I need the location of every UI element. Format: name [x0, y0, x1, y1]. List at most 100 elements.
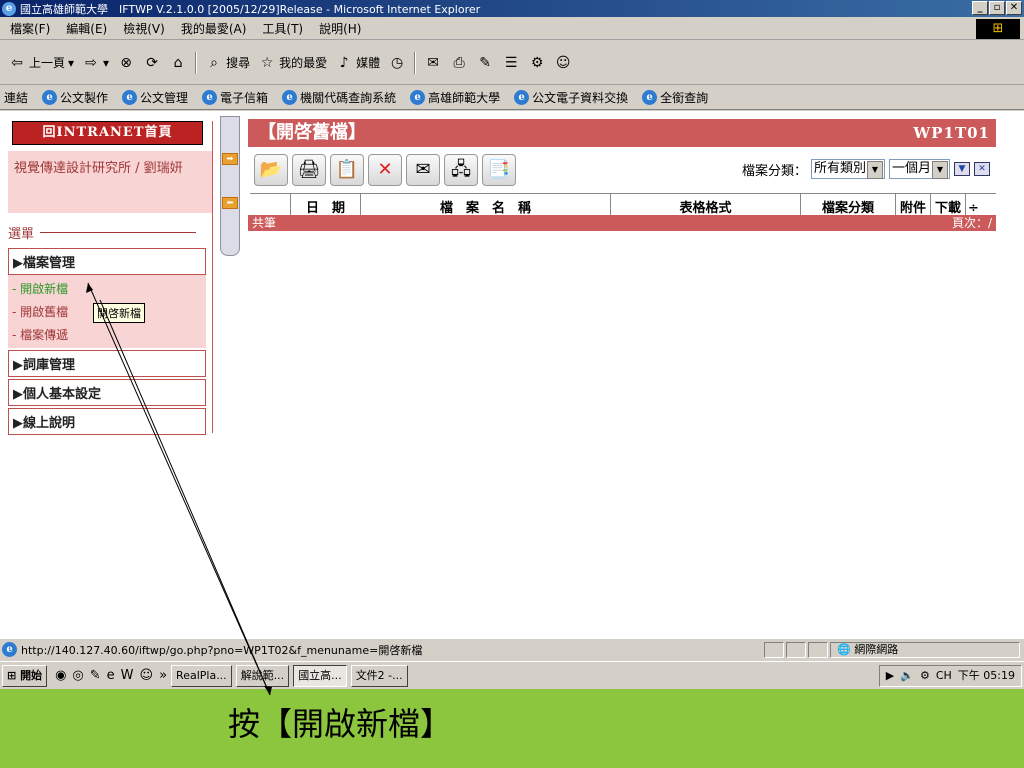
media-button[interactable]: ♪ 媒體 — [335, 54, 380, 72]
taskbar: ⊞ 開始 ◉ ◎ ✎ e W ☺ » RealPla... 解說範... 國立高… — [0, 661, 1024, 689]
send-icon[interactable]: ✉ — [406, 154, 440, 186]
menu-view[interactable]: 檢視(V) — [123, 20, 165, 37]
quicklaunch-icon[interactable]: e — [107, 668, 115, 683]
search-button[interactable]: ⌕ 搜尋 — [205, 54, 250, 72]
link-doc-manage[interactable]: e 公文管理 — [122, 89, 188, 106]
title-bar: e 國立高雄師範大學 IFTWP V.2.1.0.0 [2005/12/29]R… — [0, 0, 1024, 17]
back-label: 上一頁 — [29, 56, 66, 70]
quicklaunch-icon[interactable]: W — [121, 668, 134, 683]
task-word[interactable]: 文件2 -... — [350, 664, 408, 687]
quicklaunch-icon[interactable]: ☺ — [140, 668, 154, 683]
column-format[interactable]: 表格格式 — [610, 194, 800, 215]
link-label: 公文管理 — [140, 91, 189, 105]
menu-group-personal[interactable]: ▶個人基本設定 — [8, 379, 206, 406]
print-icon[interactable]: ⎙ — [450, 54, 468, 72]
mail-icon[interactable]: ✉ — [424, 54, 442, 72]
open-folder-icon[interactable]: 📂 — [254, 154, 288, 186]
menu-tools[interactable]: 工具(T) — [262, 20, 303, 37]
language-icon[interactable]: CH — [936, 666, 952, 686]
column-date[interactable]: 日 期 — [290, 194, 360, 215]
tray-icon[interactable]: ▶ — [886, 666, 894, 686]
security-zone: 🌐 網際網路 — [830, 641, 1020, 658]
column-filename[interactable]: 檔 案 名 稱 — [360, 194, 610, 215]
back-button[interactable]: ⇦ 上一頁 ▾ — [8, 54, 74, 72]
collapse-left-icon[interactable]: ⬅ — [222, 197, 238, 209]
total-count: 共筆 — [252, 216, 277, 230]
link-fulltitle[interactable]: e 全銜查詢 — [642, 89, 708, 106]
menu-group-help[interactable]: ▶線上說明 — [8, 408, 206, 435]
close-button[interactable]: ✕ — [1006, 1, 1022, 15]
forward-button[interactable]: ⇨ ▾ — [82, 54, 109, 72]
task-ie[interactable]: 國立高... — [293, 664, 347, 687]
transfer-icon[interactable]: 📑 — [482, 154, 516, 186]
scroll-up-icon[interactable]: ÷ — [965, 194, 981, 215]
ie-page-icon: e — [642, 90, 658, 105]
dropdown-icon: ▾ — [103, 55, 110, 70]
ie-page-icon: e — [2, 642, 17, 657]
links-label: 連結 — [4, 91, 29, 105]
minimize-button[interactable]: _ — [972, 1, 988, 15]
home-icon[interactable]: ⌂ — [169, 54, 187, 72]
menu-edit[interactable]: 編輯(E) — [66, 20, 107, 37]
links-bar: 連結 e 公文製作 e 公文管理 e 電子信箱 e 機關代碼查詢系統 e 高雄師範大學 e… — [0, 86, 1024, 110]
print-icon[interactable]: 🖨 — [292, 154, 326, 186]
discuss-icon[interactable]: ☰ — [502, 54, 520, 72]
close-small-icon[interactable]: ✕ — [974, 162, 990, 176]
windows-logo-icon: ⊞ — [976, 19, 1020, 39]
chevron-right-icon[interactable]: » — [159, 668, 167, 683]
task-realplayer[interactable]: RealPla... — [171, 664, 232, 687]
stop-icon[interactable]: ⊗ — [117, 54, 135, 72]
column-attachment[interactable]: 附件 — [895, 194, 930, 215]
quick-launch: ◉ ◎ ✎ e W ☺ » — [55, 668, 167, 683]
menu-bar: 檔案(F) 編輯(E) 檢視(V) 我的最愛(A) 工具(T) 說明(H) — [0, 18, 1024, 40]
expand-down-icon[interactable]: ▼ — [954, 162, 970, 176]
edit-icon[interactable]: ✎ — [476, 54, 494, 72]
link-label: 公文電子資料交換 — [532, 91, 629, 105]
column-download[interactable]: 下載 — [930, 194, 965, 215]
menu-item-new-file[interactable]: - 開啟新檔 — [8, 277, 206, 300]
page-number: 頁次：/ — [951, 216, 992, 230]
research-icon[interactable]: ⚙ — [528, 54, 546, 72]
messenger-icon[interactable]: ☺ — [554, 54, 572, 72]
history-icon[interactable]: ◷ — [388, 54, 406, 72]
menu-file[interactable]: 檔案(F) — [10, 20, 50, 37]
network-icon[interactable]: 🖧 — [444, 154, 478, 186]
maximize-button[interactable]: ▫ — [989, 1, 1005, 15]
copy-icon[interactable]: 📋 — [330, 154, 364, 186]
status-url-area: e http://140.127.40.60/iftwp/go.php?pno=… — [0, 642, 762, 658]
back-arrow-icon: ⇦ — [11, 54, 23, 71]
link-doc-exchange[interactable]: e 公文電子資料交換 — [514, 89, 628, 106]
quicklaunch-icon[interactable]: ◉ — [55, 668, 66, 683]
category-select[interactable]: 所有類別 — [810, 159, 885, 179]
panel-code: WP1T01 — [913, 124, 990, 142]
menu-favorites[interactable]: 我的最愛(A) — [181, 20, 247, 37]
refresh-icon[interactable]: ⟳ — [143, 54, 161, 72]
quicklaunch-icon[interactable]: ◎ — [72, 668, 83, 683]
collapse-right-icon[interactable]: ➡ — [222, 153, 238, 165]
menu-group-lexicon[interactable]: ▶詞庫管理 — [8, 350, 206, 377]
favorites-button[interactable]: ☆ 我的最愛 — [258, 54, 327, 72]
period-select[interactable]: 一個月 — [888, 159, 950, 179]
menu-help[interactable]: 說明(H) — [319, 20, 361, 37]
ie-page-icon: e — [202, 90, 218, 105]
start-button[interactable]: ⊞ 開始 — [2, 664, 48, 687]
task-guide[interactable]: 解說範... — [235, 664, 290, 687]
link-email[interactable]: e 電子信箱 — [202, 89, 268, 106]
intranet-home-button[interactable]: 回INTRANET首頁 — [12, 121, 203, 145]
link-doc-create[interactable]: e 公文製作 — [42, 89, 108, 106]
ie-page-icon: e — [122, 90, 138, 105]
checkbox-column — [250, 194, 290, 215]
sidebar: 回INTRANET首頁 視覺傳達設計研究所 / 劉瑞妍 選單 ▶檔案管理 - 開… — [8, 121, 213, 435]
menu-item-transfer-file[interactable]: - 檔案傳遞 — [8, 323, 206, 346]
main-panel: 【開啓舊檔】 WP1T01 📂 🖨 📋 ✕ ✉ 🖧 📑 檔案分類： 所有類別 一… — [248, 119, 996, 231]
search-label: 搜尋 — [226, 56, 251, 70]
quicklaunch-icon[interactable]: ✎ — [90, 668, 101, 683]
delete-icon[interactable]: ✕ — [368, 154, 402, 186]
column-category[interactable]: 檔案分類 — [800, 194, 895, 215]
link-agency-code[interactable]: e 機關代碼查詢系統 — [282, 89, 396, 106]
link-label: 高雄師範大學 — [428, 91, 501, 105]
tray-icon[interactable]: ⚙ — [920, 666, 930, 686]
menu-group-file[interactable]: ▶檔案管理 — [8, 248, 206, 275]
volume-icon[interactable]: 🔈 — [900, 666, 914, 686]
link-nknu[interactable]: e 高雄師範大學 — [410, 89, 500, 106]
